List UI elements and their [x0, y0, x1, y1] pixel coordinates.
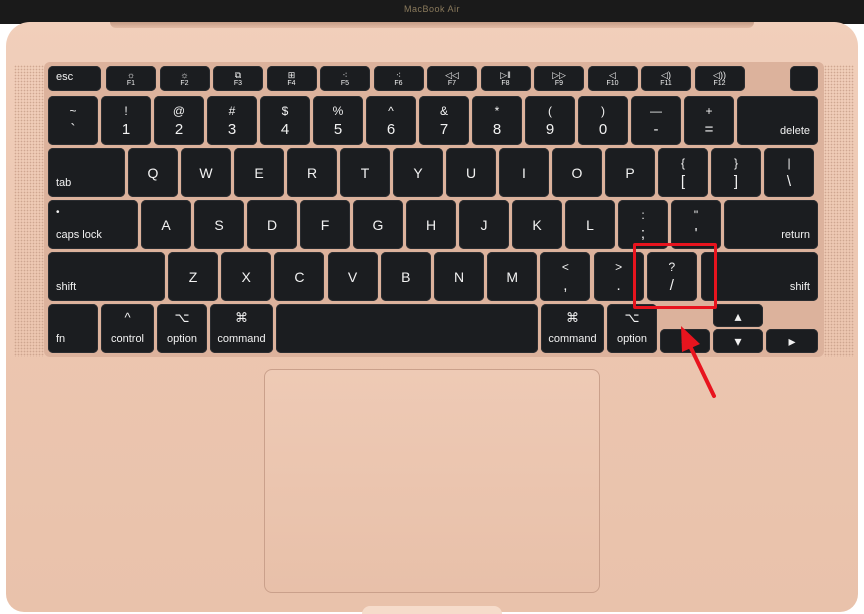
annotation-arrow-icon: [681, 326, 716, 398]
